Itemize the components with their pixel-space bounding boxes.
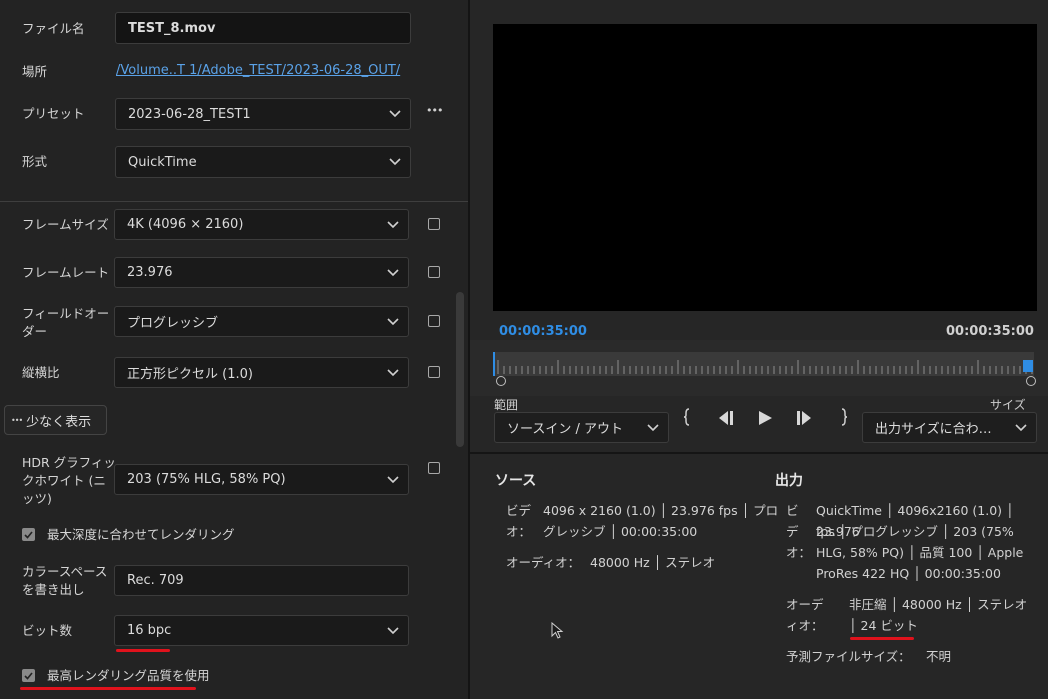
field-order-dropdown[interactable]: プログレッシブ bbox=[114, 306, 409, 337]
chevron-down-icon bbox=[380, 110, 410, 118]
location-link[interactable]: /Volume..T 1/Adobe_TEST/2023-06-28_OUT/ bbox=[116, 63, 400, 78]
frame-rate-dropdown[interactable]: 23.976 bbox=[114, 257, 409, 288]
field-order-label-2: ダー bbox=[22, 324, 48, 339]
source-video-key-1: ビデ bbox=[506, 503, 532, 518]
format-label: 形式 bbox=[22, 154, 48, 169]
aspect-label: 縦横比 bbox=[22, 365, 60, 380]
preset-label: プリセット bbox=[22, 106, 85, 121]
field-order-label-1: フィールドオー bbox=[22, 306, 110, 321]
output-video-key-1: ビ bbox=[786, 503, 799, 518]
max-depth-checkbox[interactable] bbox=[22, 528, 35, 541]
section-divider bbox=[0, 201, 468, 202]
mark-in-icon[interactable] bbox=[682, 407, 692, 431]
hdr-white-dropdown[interactable]: 203 (75% HLG, 58% PQ) bbox=[114, 464, 409, 495]
output-video-line-3: HLG, 58% PQ) │ 品質 100 │ Apple bbox=[816, 545, 1024, 560]
chevron-down-icon bbox=[378, 317, 408, 326]
source-audio: 48000 Hz │ ステレオ bbox=[590, 555, 716, 570]
output-audio-key-2: ィオ： bbox=[786, 618, 824, 633]
duration-time: 00:00:35:00 bbox=[946, 324, 1034, 339]
chevron-down-icon bbox=[378, 220, 408, 229]
frame-rate-label: フレームレート bbox=[22, 265, 110, 280]
location-label: 場所 bbox=[22, 64, 48, 79]
show-less-button[interactable]: ••• 少なく表示 bbox=[4, 405, 107, 435]
in-point-marker[interactable] bbox=[493, 352, 495, 376]
format-dropdown[interactable]: QuickTime bbox=[115, 146, 411, 178]
size-dropdown[interactable]: 出力サイズに合わ… bbox=[862, 412, 1037, 443]
size-label: サイズ bbox=[990, 398, 1026, 412]
preset-dropdown[interactable]: 2023-06-28_TEST1 bbox=[115, 98, 411, 130]
frame-size-dropdown[interactable]: 4K (4096 × 2160) bbox=[114, 209, 409, 240]
output-audio-key-1: オーデ bbox=[786, 597, 824, 612]
step-back-icon[interactable] bbox=[716, 410, 736, 430]
bit-depth-highlight bbox=[116, 649, 170, 652]
chevron-down-icon bbox=[378, 368, 408, 377]
bit-depth-dropdown[interactable]: 16 bpc bbox=[114, 615, 409, 646]
mark-out-icon[interactable] bbox=[839, 407, 849, 431]
filesize-key: 予測ファイルサイズ： bbox=[786, 649, 911, 664]
current-time: 00:00:35:00 bbox=[499, 324, 587, 339]
aspect-dropdown[interactable]: 正方形ピクセル (1.0) bbox=[114, 357, 409, 388]
hdr-label-3: ッツ) bbox=[22, 491, 52, 506]
filesize-value: 不明 bbox=[926, 649, 952, 664]
max-depth-label: 最大深度に合わせてレンダリング bbox=[47, 527, 235, 542]
max-quality-checkbox[interactable] bbox=[22, 669, 35, 682]
chevron-down-icon bbox=[378, 475, 408, 484]
output-video-line-4: ProRes 422 HQ │ 00:00:35:00 bbox=[816, 566, 1001, 581]
colorspace-label-2: を書き出し bbox=[22, 582, 85, 597]
range-dropdown[interactable]: ソースイン / アウト bbox=[494, 412, 669, 443]
max-quality-label: 最高レンダリング品質を使用 bbox=[47, 668, 210, 683]
colorspace-label-1: カラースペース bbox=[22, 564, 108, 579]
video-preview bbox=[493, 24, 1037, 311]
colorspace-field[interactable]: Rec. 709 bbox=[114, 565, 409, 596]
output-video-key-2: デ bbox=[786, 524, 799, 539]
max-quality-highlight bbox=[20, 687, 196, 690]
mouse-cursor-icon bbox=[551, 621, 565, 644]
output-audio-line-1: 非圧縮 │ 48000 Hz │ ステレオ bbox=[849, 597, 1028, 612]
play-icon[interactable] bbox=[757, 410, 773, 430]
output-audio-line-2: │ 24 ビット bbox=[849, 618, 918, 633]
chevron-down-icon bbox=[378, 626, 408, 635]
bit-output-highlight bbox=[850, 637, 914, 640]
scrollbar[interactable] bbox=[456, 292, 464, 447]
source-video-line-2: グレッシブ │ 00:00:35:00 bbox=[543, 524, 698, 539]
filename-label: ファイル名 bbox=[22, 21, 85, 36]
field-order-match-checkbox[interactable] bbox=[428, 315, 440, 327]
output-video-line-2: fps │ プログレッシブ │ 203 (75% bbox=[816, 524, 1014, 539]
output-video-key-3: オ： bbox=[786, 545, 812, 560]
more-options-icon[interactable]: ••• bbox=[426, 104, 443, 117]
step-forward-icon[interactable] bbox=[795, 410, 815, 430]
chevron-down-icon bbox=[1006, 423, 1036, 432]
frame-size-match-checkbox[interactable] bbox=[428, 218, 440, 230]
aspect-match-checkbox[interactable] bbox=[428, 366, 440, 378]
output-title: 出力 bbox=[775, 473, 803, 489]
frame-rate-match-checkbox[interactable] bbox=[428, 266, 440, 278]
hdr-match-checkbox[interactable] bbox=[428, 462, 440, 474]
more-dots-icon: ••• bbox=[11, 415, 23, 425]
frame-size-label: フレームサイズ bbox=[22, 217, 109, 232]
hdr-label-1: HDR グラフィッ bbox=[22, 455, 116, 470]
timeline-scrubber[interactable] bbox=[494, 352, 1039, 376]
chevron-down-icon bbox=[380, 158, 410, 166]
range-label: 範囲 bbox=[494, 398, 519, 412]
hdr-label-2: クホワイト (ニ bbox=[22, 473, 106, 488]
show-less-label: 少なく表示 bbox=[26, 414, 92, 430]
source-audio-key: オーディオ： bbox=[506, 555, 581, 570]
filename-input[interactable]: TEST_8.mov bbox=[115, 12, 411, 44]
range-end-handle[interactable] bbox=[1026, 376, 1036, 386]
summary-divider bbox=[470, 452, 1048, 454]
chevron-down-icon bbox=[378, 268, 408, 277]
playhead[interactable] bbox=[1023, 360, 1033, 372]
range-start-handle[interactable] bbox=[496, 376, 506, 386]
source-video-line-1: 4096 x 2160 (1.0) │ 23.976 fps │ プロ bbox=[543, 503, 779, 518]
bit-depth-label: ビット数 bbox=[22, 623, 73, 638]
source-video-key-2: オ： bbox=[506, 524, 532, 539]
export-settings-panel: ファイル名 TEST_8.mov 場所 /Volume..T 1/Adobe_T… bbox=[0, 0, 468, 699]
source-title: ソース bbox=[495, 473, 537, 489]
chevron-down-icon bbox=[638, 423, 668, 432]
